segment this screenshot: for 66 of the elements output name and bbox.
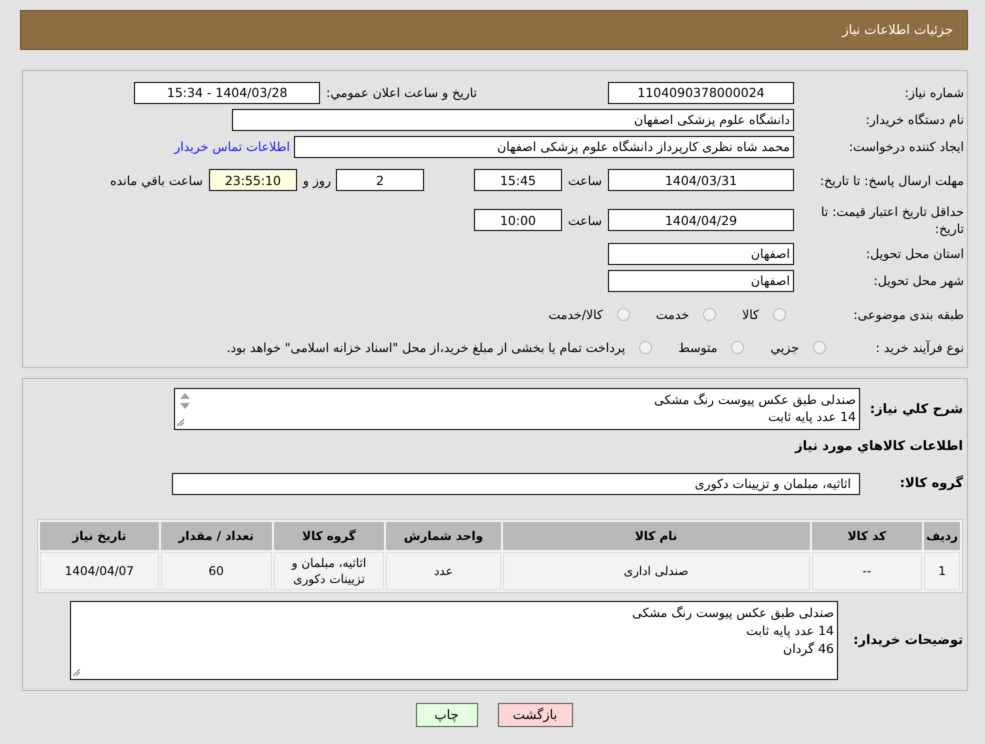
column-header: کد کالا bbox=[812, 522, 922, 550]
text-field[interactable]: اصفهان bbox=[608, 242, 794, 264]
field-label: توضیحات خریدار: bbox=[852, 633, 963, 648]
text-field[interactable]: 1404/04/29 bbox=[608, 209, 794, 231]
table-cell: اثاثیه، مبلمان و تزیینات دکوری bbox=[274, 552, 384, 590]
field-label: گروه کالا: bbox=[898, 476, 963, 491]
text-field[interactable]: 2 bbox=[336, 169, 424, 191]
column-header: تعداد / مقدار bbox=[160, 522, 272, 550]
field-label: طبقه بندی موضوعی: bbox=[852, 306, 964, 322]
text-field[interactable]: اصفهان bbox=[608, 270, 794, 292]
notes-field[interactable]: صندلی طبق عکس پیوست رنگ مشکی 14 عدد پایه ثابت 46 گردان bbox=[70, 601, 838, 680]
field-label: نام دستگاه خریدار: bbox=[864, 111, 964, 128]
radio-button[interactable] bbox=[731, 341, 744, 354]
text-field[interactable]: محمد شاه نظری کارپرداز دانشگاه علوم پزشکی اصفهان bbox=[294, 136, 794, 158]
table-cell: 60 bbox=[160, 552, 272, 590]
option-label: جزيي bbox=[770, 340, 799, 355]
field-label: روز و bbox=[302, 172, 331, 188]
text-field[interactable]: 23:55:10 bbox=[208, 169, 297, 191]
contact-link[interactable]: اطلاعات تماس خریدار bbox=[174, 139, 290, 154]
field-label: حداقل تاریخ اعتبار قیمت: تا تاریخ: bbox=[820, 203, 964, 237]
radio-button[interactable] bbox=[639, 341, 652, 354]
column-header: ردیف bbox=[924, 522, 960, 550]
table-cell: -- bbox=[812, 552, 922, 590]
resize-grip-icon[interactable] bbox=[73, 669, 81, 677]
text-field[interactable]: اثاثیه، مبلمان و تزیینات دکوری bbox=[172, 472, 860, 494]
field-label: ساعت باقي مانده bbox=[110, 172, 203, 188]
table-cell: عدد bbox=[386, 552, 501, 590]
field-label: شماره نیاز: bbox=[904, 84, 964, 101]
table-cell: صندلی اداری bbox=[502, 552, 810, 590]
text-field[interactable]: دانشگاه علوم پزشکی اصفهان bbox=[232, 108, 794, 130]
option-label: خدمت bbox=[656, 306, 690, 322]
field-label: ساعت bbox=[566, 172, 603, 188]
column-header: واحد شمارش bbox=[386, 522, 501, 550]
column-header: تاریخ نیاز bbox=[40, 522, 159, 550]
text-field[interactable]: 1404/03/28 - 15:34 bbox=[134, 82, 320, 104]
back-button[interactable]: بازگشت bbox=[498, 703, 572, 727]
page-title: جزئیات اطلاعات نیاز bbox=[842, 22, 953, 38]
table-cell: 1404/04/07 bbox=[40, 552, 159, 590]
text-field[interactable]: 15:45 bbox=[474, 169, 562, 191]
print-button[interactable]: چاپ bbox=[416, 703, 478, 727]
option-label: متوسط bbox=[678, 340, 718, 355]
field-label: تاریخ و ساعت اعلان عمومي: bbox=[326, 85, 477, 100]
option-label: کالا bbox=[742, 306, 759, 322]
radio-button[interactable] bbox=[813, 341, 826, 354]
radio-button[interactable] bbox=[616, 308, 630, 320]
field-label: شرح کلي نیاز: bbox=[868, 402, 963, 416]
column-header: گروه کالا bbox=[274, 522, 384, 550]
field-label: نوع فرآیند خرید : bbox=[874, 339, 964, 356]
text-field[interactable]: 1404/03/31 bbox=[608, 169, 794, 191]
text-field[interactable]: 1104090378000024 bbox=[608, 82, 794, 104]
column-header: نام کالا bbox=[502, 522, 810, 550]
text-field[interactable]: 10:00 bbox=[474, 209, 562, 231]
option-label: پرداخت تمام یا بخشی از مبلغ خرید،از محل "اسناد خزانه اسلامی" خواهد بود. bbox=[226, 340, 626, 355]
field-label: ایجاد کننده درخواست: bbox=[848, 138, 964, 155]
field-label: استان محل تحویل: bbox=[864, 245, 964, 262]
table-cell: 1 bbox=[924, 552, 960, 590]
option-label: کالا/خدمت bbox=[548, 306, 603, 322]
field-label: مهلت ارسال پاسخ: تا تاریخ: bbox=[818, 172, 964, 188]
radio-button[interactable] bbox=[773, 308, 786, 320]
field-label: ساعت bbox=[566, 212, 603, 228]
resize-grip-icon[interactable] bbox=[177, 419, 185, 427]
description-field[interactable]: صندلی طبق عکس پیوست رنگ مشکی 14 عدد پایه ثابت bbox=[174, 388, 860, 430]
field-label: شهر محل تحویل: bbox=[872, 272, 964, 289]
section-heading: اطلاعات کالاهاي مورد نیاز bbox=[795, 438, 963, 454]
scroll-arrows-icon[interactable] bbox=[179, 391, 191, 411]
radio-button[interactable] bbox=[703, 308, 716, 320]
